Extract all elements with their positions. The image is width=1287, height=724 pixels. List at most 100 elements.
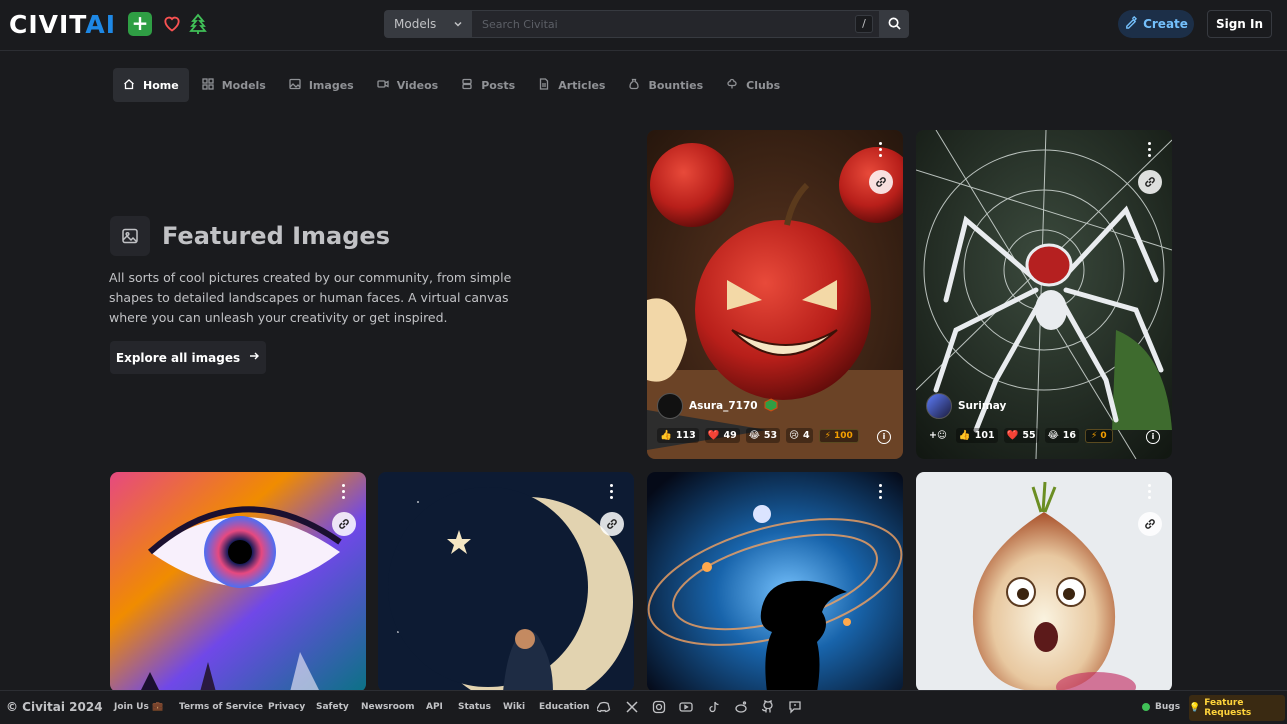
search-icon xyxy=(888,15,901,34)
card-image-eye xyxy=(110,472,366,692)
video-icon xyxy=(377,78,389,93)
logo-text-main: CIVIT xyxy=(9,10,86,39)
explore-all-images-button[interactable]: Explore all images xyxy=(110,341,266,374)
feature-requests-label: Feature Requests xyxy=(1204,698,1252,718)
card-menu-button[interactable] xyxy=(342,484,346,502)
create-label: Create xyxy=(1143,17,1188,31)
tree-icon[interactable] xyxy=(189,13,207,39)
remix-link-icon[interactable] xyxy=(1138,512,1162,536)
image-icon xyxy=(289,78,301,93)
footer-link-wiki[interactable]: Wiki xyxy=(503,702,525,712)
footer-link-privacy[interactable]: Privacy xyxy=(268,702,305,712)
image-card[interactable] xyxy=(647,472,903,692)
like-reaction[interactable]: 👍 101 xyxy=(955,428,998,443)
footer-link-api[interactable]: API xyxy=(426,702,443,712)
brush-icon xyxy=(1124,15,1138,32)
image-card[interactable]: Surimay +☺ 👍 101 ❤️ 55 😂 16 ⚡ 0 i xyxy=(916,130,1172,459)
remix-link-icon[interactable] xyxy=(332,512,356,536)
tiktok-icon[interactable] xyxy=(707,700,721,714)
footer: © Civitai 2024 Join Us 💼 Terms of Servic… xyxy=(0,690,1287,724)
top-header: CIVITAI + Models Search Civitai / Create… xyxy=(0,0,1287,51)
remix-link-icon[interactable] xyxy=(1138,170,1162,194)
footer-link-status[interactable]: Status xyxy=(458,702,491,712)
buzz-tip-button[interactable]: ⚡ 0 xyxy=(1084,428,1113,443)
image-card[interactable] xyxy=(378,472,634,692)
heart-count: 55 xyxy=(1022,430,1036,441)
home-icon xyxy=(123,78,135,93)
reaction-bar: 👍 113 ❤️ 49 😂 53 😢 4 ⚡ 100 xyxy=(657,428,859,443)
logo-text-accent: AI xyxy=(85,10,117,39)
buzz-tip-button[interactable]: ⚡ 100 xyxy=(818,428,859,443)
cry-count: 4 xyxy=(803,430,810,441)
youtube-icon[interactable] xyxy=(679,700,693,714)
search-button[interactable] xyxy=(880,10,909,38)
info-icon[interactable]: i xyxy=(1146,430,1160,444)
article-icon xyxy=(538,77,550,93)
nav-home[interactable]: Home xyxy=(113,68,189,102)
create-plus-button[interactable]: + xyxy=(128,12,152,36)
image-card[interactable]: Asura_7170 👍 113 ❤️ 49 😂 53 😢 4 ⚡ 100 i xyxy=(647,130,903,459)
username: Asura_7170 xyxy=(689,400,758,412)
feature-requests-button[interactable]: 💡 Feature Requests xyxy=(1189,695,1285,721)
cry-reaction[interactable]: 😢 4 xyxy=(786,428,813,443)
like-count: 113 xyxy=(675,430,696,441)
laugh-reaction[interactable]: 😂 53 xyxy=(745,428,781,443)
copyright: © Civitai 2024 xyxy=(6,700,103,714)
card-menu-button[interactable] xyxy=(879,484,883,502)
footer-link-newsroom[interactable]: Newsroom xyxy=(361,702,415,712)
nav-posts[interactable]: Posts xyxy=(451,68,525,102)
footer-link-safety[interactable]: Safety xyxy=(316,702,349,712)
github-icon[interactable] xyxy=(761,699,775,714)
nav-models[interactable]: Models xyxy=(192,68,276,102)
x-twitter-icon[interactable] xyxy=(625,700,639,714)
grid-icon xyxy=(202,77,214,93)
card-menu-button[interactable] xyxy=(610,484,614,502)
remix-link-icon[interactable] xyxy=(600,512,624,536)
search-input[interactable]: Search Civitai / xyxy=(472,10,880,38)
arrow-right-icon xyxy=(248,350,260,365)
buzz-count: 0 xyxy=(1100,430,1107,441)
footer-link-terms[interactable]: Terms of Service xyxy=(179,702,263,712)
card-menu-button[interactable] xyxy=(1148,142,1152,160)
card-image-onion xyxy=(916,472,1172,692)
card-menu-button[interactable] xyxy=(879,142,883,160)
feedback-icon[interactable] xyxy=(788,700,802,714)
image-card[interactable] xyxy=(110,472,366,692)
add-reaction-button[interactable]: +☺ xyxy=(926,428,950,443)
discord-icon[interactable] xyxy=(595,700,611,714)
nav-articles[interactable]: Articles xyxy=(528,68,615,102)
search-type-value: Models xyxy=(394,17,437,31)
like-reaction[interactable]: 👍 113 xyxy=(657,428,699,443)
search-type-select[interactable]: Models xyxy=(384,10,472,38)
avatar xyxy=(926,393,952,419)
reddit-icon[interactable] xyxy=(734,700,748,714)
footer-link-education[interactable]: Education xyxy=(539,702,589,712)
sign-in-button[interactable]: Sign In xyxy=(1207,10,1272,38)
heart-reaction[interactable]: ❤️ 55 xyxy=(1003,428,1039,443)
heart-icon[interactable] xyxy=(162,13,182,37)
nav-clubs[interactable]: Clubs xyxy=(716,68,790,102)
footer-link-join-us[interactable]: Join Us 💼 xyxy=(114,702,163,712)
badge-icon xyxy=(764,397,778,415)
featured-title: Featured Images xyxy=(162,222,390,250)
featured-photo-icon xyxy=(110,216,150,256)
card-user[interactable]: Surimay xyxy=(926,393,1006,419)
civitai-logo[interactable]: CIVITAI xyxy=(9,10,116,39)
nav-bounties[interactable]: Bounties xyxy=(618,68,713,102)
card-user[interactable]: Asura_7170 xyxy=(657,393,778,419)
bugs-link[interactable]: Bugs xyxy=(1142,702,1180,712)
chevron-down-icon xyxy=(453,18,463,32)
instagram-icon[interactable] xyxy=(652,700,666,714)
heart-reaction[interactable]: ❤️ 49 xyxy=(704,428,740,443)
nav-videos-label: Videos xyxy=(396,78,439,92)
search-bar: Models Search Civitai / xyxy=(384,10,909,38)
info-icon[interactable]: i xyxy=(877,430,891,444)
remix-link-icon[interactable] xyxy=(869,170,893,194)
card-menu-button[interactable] xyxy=(1148,484,1152,502)
laugh-reaction[interactable]: 😂 16 xyxy=(1044,428,1079,443)
create-button[interactable]: Create xyxy=(1118,10,1194,38)
nav-videos[interactable]: Videos xyxy=(367,68,449,102)
image-card[interactable] xyxy=(916,472,1172,692)
laugh-count: 53 xyxy=(763,430,778,441)
nav-images[interactable]: Images xyxy=(279,68,364,102)
